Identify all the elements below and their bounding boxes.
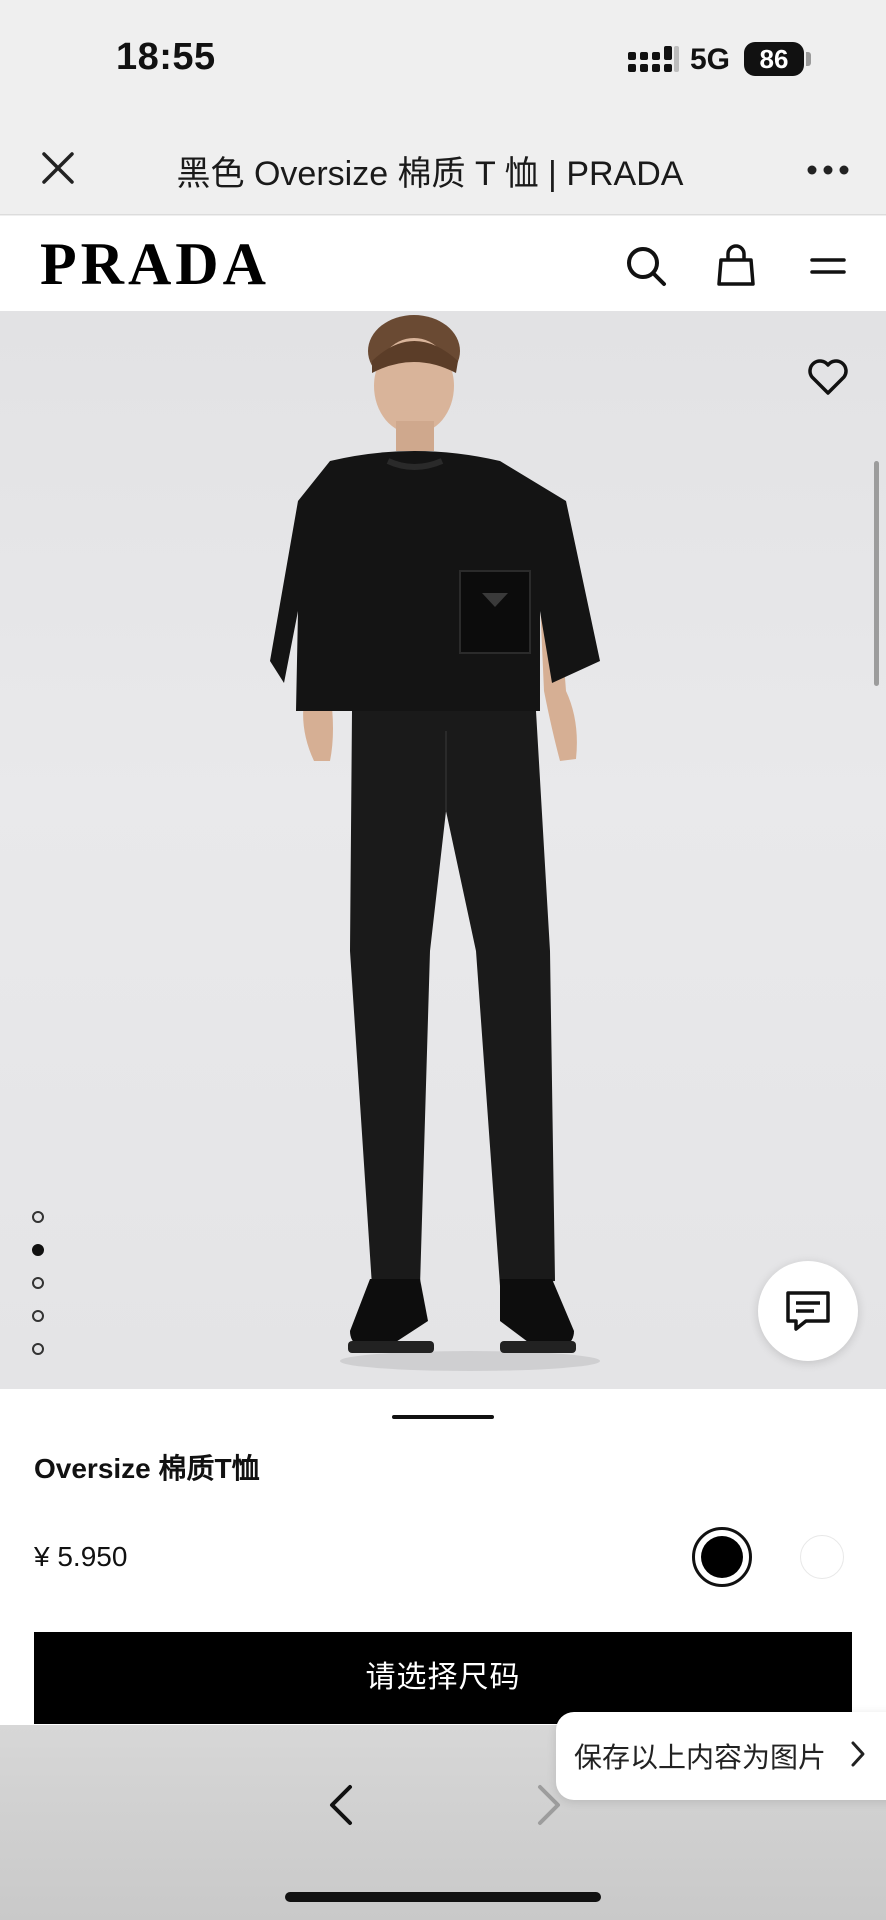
chat-icon [786,1291,830,1331]
gallery-pagination [32,1211,44,1376]
status-bar: 18:55 5G 86 [0,0,886,120]
product-name: Oversize 棉质T恤 [34,1453,260,1484]
product-image-gallery[interactable] [0,311,886,1389]
browser-bar: 黑色 Oversize 棉质 T 恤 | PRADA [0,120,886,215]
chat-button[interactable] [758,1261,858,1361]
chevron-right-icon [851,1741,865,1767]
battery-level: 86 [744,42,804,76]
select-size-button[interactable]: 请选择尺码 [34,1632,852,1724]
product-info-panel: Oversize 棉质T恤 ¥ 5.950 请选择尺码 [0,1389,886,1725]
color-swatch-black[interactable] [692,1527,752,1587]
gallery-dot-active[interactable] [32,1244,44,1256]
gallery-dot[interactable] [32,1277,44,1289]
home-indicator[interactable] [285,1892,601,1902]
battery-tip [806,52,811,66]
color-swatch-white[interactable] [800,1535,844,1579]
product-price: ¥ 5.950 [34,1541,128,1572]
chevron-left-icon[interactable] [326,1783,356,1827]
more-icon[interactable] [806,164,850,176]
scrollbar[interactable] [874,461,879,686]
save-as-image-label: 保存以上内容为图片 [574,1742,827,1773]
site-header: PRADA [0,216,886,311]
brand-logo[interactable]: PRADA [40,230,270,299]
network-type: 5G [690,43,731,76]
heart-icon[interactable] [806,357,850,397]
product-photo [270,315,600,1371]
page-title: 黑色 Oversize 棉质 T 恤 | PRADA [176,155,684,193]
close-icon[interactable] [38,148,78,188]
gallery-dot[interactable] [32,1310,44,1322]
drag-handle[interactable] [392,1415,494,1419]
save-as-image-popup[interactable]: 保存以上内容为图片 [556,1712,886,1800]
gallery-dot[interactable] [32,1343,44,1355]
signal-icon [628,46,679,72]
gallery-dot[interactable] [32,1211,44,1223]
menu-icon[interactable] [808,244,852,288]
shopping-bag-icon[interactable] [714,244,758,288]
status-time: 18:55 [116,36,216,78]
search-icon[interactable] [624,244,668,288]
